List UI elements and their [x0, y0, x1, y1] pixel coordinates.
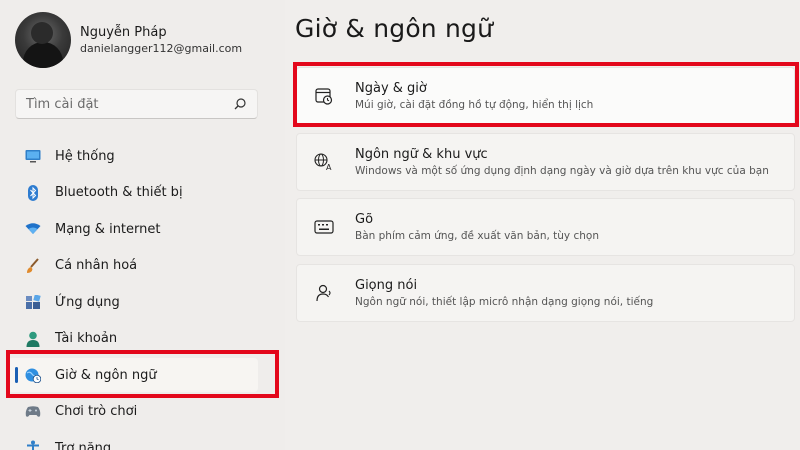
search-input[interactable]: Tìm cài đặt — [15, 89, 258, 119]
sidebar-item-bluetooth[interactable]: Bluetooth & thiết bị — [0, 175, 285, 212]
sidebar-item-system[interactable]: Hệ thống — [0, 138, 285, 175]
card-text: Giọng nói Ngôn ngữ nói, thiết lập micrô … — [355, 277, 653, 310]
card-typing[interactable]: Gõ Bàn phím cảm ứng, đề xuất văn bản, tù… — [296, 198, 795, 256]
card-language-region[interactable]: A Ngôn ngữ & khu vực Windows và một số ứ… — [296, 133, 795, 191]
brush-icon — [25, 258, 41, 274]
card-speech[interactable]: Giọng nói Ngôn ngữ nói, thiết lập micrô … — [296, 264, 795, 322]
speech-icon — [313, 282, 335, 304]
person-icon — [25, 331, 41, 347]
accessibility-icon — [25, 440, 41, 450]
sidebar-item-label: Trợ năng — [55, 440, 112, 450]
keyboard-icon — [313, 216, 335, 238]
sidebar-item-label: Ứng dụng — [55, 294, 120, 310]
user-name: Nguyễn Pháp — [80, 25, 167, 40]
user-email: danielangger112@gmail.com — [80, 42, 243, 55]
card-description: Bàn phím cảm ứng, đề xuất văn bản, tùy c… — [355, 229, 599, 242]
card-text: Ngôn ngữ & khu vực Windows và một số ứng… — [355, 146, 769, 179]
monitor-icon — [25, 148, 41, 164]
card-text: Gõ Bàn phím cảm ứng, đề xuất văn bản, tù… — [355, 211, 599, 244]
wifi-icon — [25, 221, 41, 237]
sidebar-item-apps[interactable]: Ứng dụng — [0, 284, 285, 321]
sidebar-item-label: Chơi trò chơi — [55, 404, 138, 420]
sidebar-nav: Hệ thống Bluetooth & thiết bị Mạng & int… — [0, 138, 285, 450]
sidebar-item-accessibility[interactable]: Trợ năng — [0, 430, 285, 450]
sidebar: Nguyễn Pháp danielangger112@gmail.com Tì… — [0, 0, 285, 450]
sidebar-item-label: Mạng & internet — [55, 221, 161, 237]
card-description: Windows và một số ứng dụng định dạng ngà… — [355, 164, 769, 177]
gamepad-icon — [25, 404, 41, 420]
avatar[interactable] — [15, 12, 71, 68]
sidebar-item-label: Cá nhân hoá — [55, 258, 138, 274]
search-placeholder: Tìm cài đặt — [26, 96, 99, 112]
card-title: Gõ — [355, 211, 374, 227]
card-title: Giọng nói — [355, 277, 418, 293]
sidebar-item-network[interactable]: Mạng & internet — [0, 211, 285, 248]
user-profile[interactable]: Nguyễn Pháp danielangger112@gmail.com — [15, 12, 242, 68]
highlight-frame-card — [293, 62, 799, 127]
card-description: Ngôn ngữ nói, thiết lập micrô nhận dạng … — [355, 295, 654, 308]
sidebar-item-label: Hệ thống — [55, 148, 115, 164]
sidebar-item-gaming[interactable]: Chơi trò chơi — [0, 394, 285, 431]
sidebar-item-label: Bluetooth & thiết bị — [55, 185, 183, 201]
user-info: Nguyễn Pháp danielangger112@gmail.com — [80, 24, 242, 56]
highlight-frame-sidebar — [6, 350, 279, 398]
language-icon: A — [313, 151, 335, 173]
svg-text:A: A — [326, 163, 332, 171]
apps-icon — [25, 294, 41, 310]
sidebar-item-personalization[interactable]: Cá nhân hoá — [0, 248, 285, 285]
page-title: Giờ & ngôn ngữ — [295, 14, 494, 43]
bluetooth-icon — [25, 184, 41, 201]
card-title: Ngôn ngữ & khu vực — [355, 146, 488, 162]
search-icon[interactable] — [233, 97, 247, 111]
sidebar-item-label: Tài khoản — [55, 331, 118, 347]
